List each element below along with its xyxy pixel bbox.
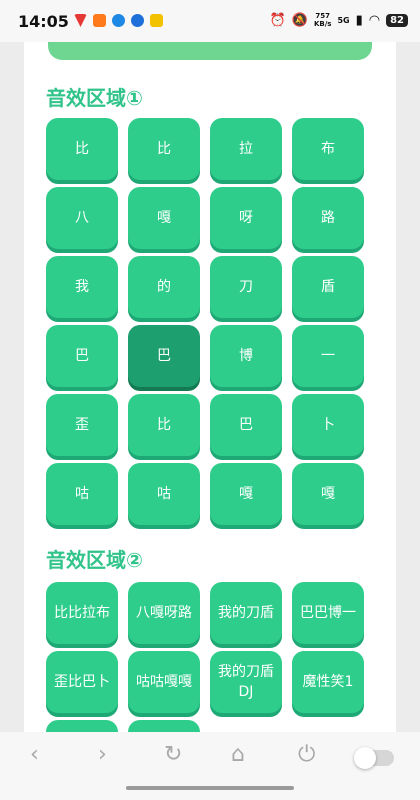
section1-sound-button[interactable]: 路: [292, 187, 364, 249]
status-right: ⏰ 🔕 757 KB/s 5G ▮ ◠ 82: [270, 12, 408, 28]
section1-sound-button[interactable]: 歪: [46, 394, 118, 456]
section-title-1: 音效区域①: [46, 86, 143, 110]
chevron-left-icon[interactable]: ‹: [30, 742, 39, 767]
section2-sound-button[interactable]: 我的刀盾: [210, 582, 282, 644]
section1-sound-button[interactable]: 比: [128, 394, 200, 456]
section1-sound-button[interactable]: 八: [46, 187, 118, 249]
status-time: 14:05: [18, 12, 69, 31]
section1-sound-button[interactable]: 嘎: [292, 463, 364, 525]
section1-sound-button[interactable]: 咕: [128, 463, 200, 525]
section1-sound-button[interactable]: 比: [128, 118, 200, 180]
toggle-knob: [354, 747, 376, 769]
section2-sound-button[interactable]: 比比拉布: [46, 582, 118, 644]
section2-sound-button[interactable]: 我的刀盾DJ: [210, 651, 282, 713]
app-notification-icon: [150, 14, 163, 27]
status-bar: 14:05 ⏰ 🔕 757 KB/s 5G ▮ ◠ 82: [0, 0, 420, 42]
app-notification-icon: [74, 14, 87, 27]
section1-sound-button[interactable]: 呀: [210, 187, 282, 249]
section2-sound-button[interactable]: 八嘎呀路: [128, 582, 200, 644]
section1-sound-button[interactable]: 巴: [128, 325, 200, 387]
notification-icons: [74, 14, 163, 27]
section1-sound-button[interactable]: 的: [128, 256, 200, 318]
section1-sound-button[interactable]: 布: [292, 118, 364, 180]
section2-sound-button[interactable]: [128, 720, 200, 732]
section1-sound-button[interactable]: 巴: [210, 394, 282, 456]
app-notification-icon: [93, 14, 106, 27]
section1-sound-button[interactable]: 咕: [46, 463, 118, 525]
section1-sound-button[interactable]: 盾: [292, 256, 364, 318]
section-title-2: 音效区域②: [46, 548, 143, 572]
section1-sound-button[interactable]: 我: [46, 256, 118, 318]
section1-sound-button[interactable]: 巴: [46, 325, 118, 387]
section2-sound-button[interactable]: 歪比巴卜: [46, 651, 118, 713]
section1-sound-button[interactable]: 博: [210, 325, 282, 387]
app-notification-icon: [131, 14, 144, 27]
section1-sound-button[interactable]: 一: [292, 325, 364, 387]
section1-sound-button[interactable]: 比: [46, 118, 118, 180]
section1-sound-button[interactable]: 拉: [210, 118, 282, 180]
battery-indicator: 82: [386, 13, 408, 27]
page-content: 音效区域① 比比拉布八嘎呀路我的刀盾巴巴博一歪比巴卜咕咕嘎嘎 音效区域② 比比拉…: [24, 42, 396, 732]
top-banner: [48, 42, 372, 60]
toggle-switch[interactable]: [354, 747, 394, 769]
section2-sound-button[interactable]: [46, 720, 118, 732]
alarm-icon: ⏰: [269, 12, 286, 28]
refresh-icon[interactable]: ↻: [164, 742, 182, 767]
section1-sound-button[interactable]: 嘎: [210, 463, 282, 525]
chevron-right-icon[interactable]: ›: [98, 742, 107, 767]
app-notification-icon: [112, 14, 125, 27]
section2-sound-button[interactable]: 巴巴博一: [292, 582, 364, 644]
section1-sound-button[interactable]: 刀: [210, 256, 282, 318]
wifi-icon: ◠: [368, 12, 381, 28]
section2-sound-button[interactable]: 咕咕嘎嘎: [128, 651, 200, 713]
section1-sound-button[interactable]: 嘎: [128, 187, 200, 249]
power-icon[interactable]: ⏻: [298, 742, 315, 767]
section2-sound-button[interactable]: 魔性笑1: [292, 651, 364, 713]
signal-label: 5G: [337, 15, 350, 25]
signal-icon: ▮: [355, 12, 363, 28]
net-speed: 757 KB/s: [313, 12, 332, 28]
section1-sound-button[interactable]: 卜: [292, 394, 364, 456]
home-indicator: [126, 786, 294, 790]
mute-icon: 🔕: [291, 12, 308, 28]
home-icon[interactable]: ⌂: [231, 742, 245, 767]
